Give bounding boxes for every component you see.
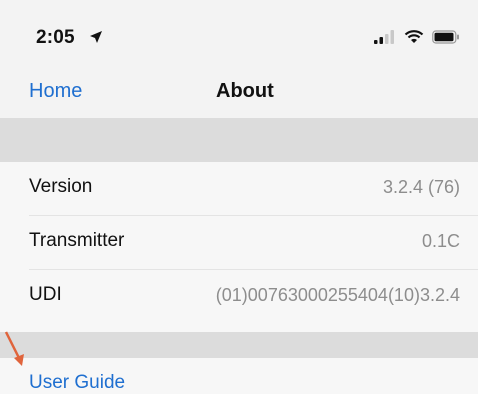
section-separator bbox=[0, 332, 478, 358]
status-icons bbox=[374, 30, 460, 44]
transmitter-value: 0.1C bbox=[421, 231, 460, 251]
status-time: 2:05 bbox=[36, 27, 75, 48]
section-separator bbox=[0, 118, 478, 162]
wifi-icon bbox=[404, 30, 424, 43]
page-title: About bbox=[216, 80, 274, 102]
list-item-version: Version 3.2.4 (76) bbox=[0, 162, 478, 216]
annotation-arrow-icon bbox=[4, 331, 24, 366]
version-label: Version bbox=[29, 176, 93, 197]
navigation-bar: Home About bbox=[0, 70, 478, 116]
version-value: 3.2.4 (76) bbox=[382, 177, 460, 197]
back-home-button[interactable]: Home bbox=[29, 80, 82, 103]
list-item-transmitter: Transmitter 0.1C bbox=[0, 216, 478, 270]
list-item-user-guide[interactable]: User Guide bbox=[0, 358, 478, 394]
about-info-list: Version 3.2.4 (76) Transmitter 0.1C UDI … bbox=[0, 162, 478, 332]
status-bar: 2:05 bbox=[0, 0, 478, 70]
transmitter-label: Transmitter bbox=[29, 230, 125, 251]
udi-value: (01)00763000255404(10)3.2.4 bbox=[215, 285, 460, 305]
user-guide-link[interactable]: User Guide bbox=[29, 372, 125, 394]
battery-icon bbox=[432, 30, 459, 44]
cellular-signal-icon bbox=[374, 30, 394, 44]
location-arrow-icon bbox=[90, 31, 102, 43]
list-item-udi: UDI (01)00763000255404(10)3.2.4 bbox=[0, 270, 478, 324]
udi-label: UDI bbox=[29, 284, 62, 305]
